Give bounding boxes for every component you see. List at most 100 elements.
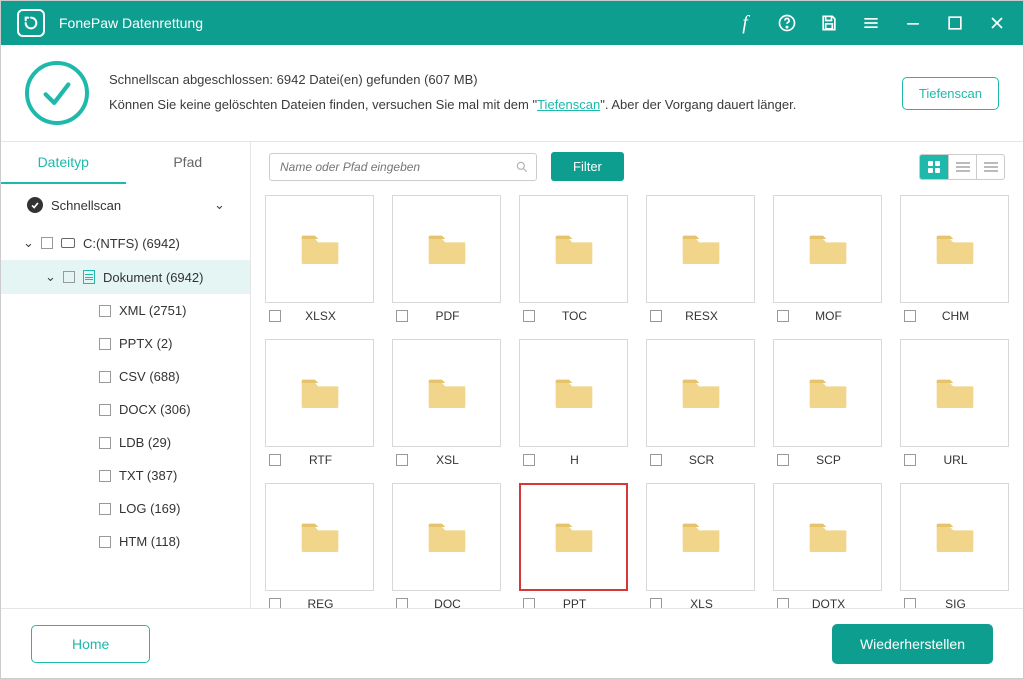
checkbox[interactable] [99, 536, 111, 548]
scan-summary-banner: Schnellscan abgeschlossen: 6942 Datei(en… [1, 45, 1023, 142]
folder-type-cell[interactable]: XLS [646, 483, 755, 608]
view-grid-button[interactable] [920, 155, 948, 179]
deep-scan-button[interactable]: Tiefenscan [902, 77, 999, 110]
folder-type-cell[interactable]: DOC [392, 483, 501, 608]
tab-file-type[interactable]: Dateityp [1, 142, 126, 184]
menu-icon[interactable] [861, 13, 881, 33]
checkbox[interactable] [396, 454, 408, 466]
checkbox[interactable] [269, 598, 281, 608]
checkbox[interactable] [650, 598, 662, 608]
folder-thumb[interactable] [646, 483, 755, 591]
tree-item[interactable]: PPTX (2) [1, 327, 250, 360]
search-input[interactable] [269, 153, 537, 181]
folder-type-cell[interactable]: DOTX [773, 483, 882, 608]
checkbox[interactable] [41, 237, 53, 249]
folder-thumb[interactable] [265, 483, 374, 591]
close-icon[interactable] [987, 13, 1007, 33]
tree-dokument[interactable]: ⌄ Dokument (6942) [1, 260, 250, 294]
folder-thumb[interactable] [900, 195, 1009, 303]
folder-thumb[interactable] [392, 483, 501, 591]
folder-type-cell[interactable]: SCR [646, 339, 755, 467]
folder-type-cell[interactable]: PPT [519, 483, 628, 608]
folder-thumb[interactable] [900, 483, 1009, 591]
folder-type-cell[interactable]: RESX [646, 195, 755, 323]
checkbox[interactable] [396, 310, 408, 322]
folder-type-cell[interactable]: URL [900, 339, 1009, 467]
checkbox[interactable] [777, 598, 789, 608]
folder-thumb[interactable] [646, 195, 755, 303]
checkbox[interactable] [777, 310, 789, 322]
folder-thumb[interactable] [519, 195, 628, 303]
folder-thumb[interactable] [392, 339, 501, 447]
folder-thumb[interactable] [646, 339, 755, 447]
folder-thumb[interactable] [773, 339, 882, 447]
checkbox[interactable] [777, 454, 789, 466]
checkbox[interactable] [269, 454, 281, 466]
save-icon[interactable] [819, 13, 839, 33]
tree-item[interactable]: XML (2751) [1, 294, 250, 327]
folder-thumb[interactable] [773, 483, 882, 591]
tree-item[interactable]: TXT (387) [1, 459, 250, 492]
home-button[interactable]: Home [31, 625, 150, 663]
checkbox[interactable] [99, 338, 111, 350]
checkbox[interactable] [396, 598, 408, 608]
tree-drive[interactable]: ⌄ C:(NTFS) (6942) [1, 226, 250, 260]
tree-item[interactable]: LOG (169) [1, 492, 250, 525]
recover-button[interactable]: Wiederherstellen [832, 624, 993, 664]
facebook-icon[interactable]: f [735, 13, 755, 33]
folder-type-cell[interactable]: SCP [773, 339, 882, 467]
view-list-button[interactable] [948, 155, 976, 179]
checkbox[interactable] [99, 503, 111, 515]
folder-type-cell[interactable]: REG [265, 483, 374, 608]
checkbox[interactable] [99, 437, 111, 449]
folder-thumb[interactable] [773, 195, 882, 303]
chevron-down-icon: ⌄ [214, 197, 224, 213]
folder-type-cell[interactable]: SIG [900, 483, 1009, 608]
checkbox[interactable] [650, 310, 662, 322]
checkbox[interactable] [63, 271, 75, 283]
tree-item[interactable]: LDB (29) [1, 426, 250, 459]
folder-type-cell[interactable]: XLSX [265, 195, 374, 323]
tree-quickscan[interactable]: Schnellscan ⌄ [15, 188, 236, 222]
checkbox[interactable] [904, 598, 916, 608]
folder-thumb[interactable] [265, 339, 374, 447]
checkbox[interactable] [523, 310, 535, 322]
tree-item[interactable]: DOCX (306) [1, 393, 250, 426]
maximize-icon[interactable] [945, 13, 965, 33]
folder-thumb[interactable] [392, 195, 501, 303]
checkbox[interactable] [99, 470, 111, 482]
folder-type-cell[interactable]: TOC [519, 195, 628, 323]
checkbox[interactable] [99, 404, 111, 416]
filter-button[interactable]: Filter [551, 152, 624, 181]
minimize-icon[interactable] [903, 13, 923, 33]
folder-type-cell[interactable]: PDF [392, 195, 501, 323]
deep-scan-link[interactable]: Tiefenscan [537, 97, 600, 112]
tree-item-label: HTM (118) [119, 534, 180, 549]
checkbox[interactable] [904, 310, 916, 322]
folder-type-cell[interactable]: CHM [900, 195, 1009, 323]
folder-type-label: TOC [545, 309, 624, 323]
help-icon[interactable] [777, 13, 797, 33]
checkbox[interactable] [523, 598, 535, 608]
tree-item-label: PPTX (2) [119, 336, 172, 351]
checkbox[interactable] [99, 305, 111, 317]
folder-thumb[interactable] [519, 339, 628, 447]
view-detail-button[interactable] [976, 155, 1004, 179]
tree-item[interactable]: CSV (688) [1, 360, 250, 393]
folder-icon [808, 376, 848, 410]
checkbox[interactable] [904, 454, 916, 466]
folder-type-cell[interactable]: MOF [773, 195, 882, 323]
folder-thumb[interactable] [265, 195, 374, 303]
tree-item[interactable]: HTM (118) [1, 525, 250, 558]
checkbox[interactable] [523, 454, 535, 466]
folder-thumb[interactable] [900, 339, 1009, 447]
folder-type-cell[interactable]: RTF [265, 339, 374, 467]
checkbox[interactable] [650, 454, 662, 466]
folder-type-cell[interactable]: XSL [392, 339, 501, 467]
folder-thumb[interactable] [519, 483, 628, 591]
folder-type-cell[interactable]: H [519, 339, 628, 467]
tab-path[interactable]: Pfad [126, 142, 251, 184]
checkbox[interactable] [269, 310, 281, 322]
folder-type-label: SCR [672, 453, 751, 467]
checkbox[interactable] [99, 371, 111, 383]
